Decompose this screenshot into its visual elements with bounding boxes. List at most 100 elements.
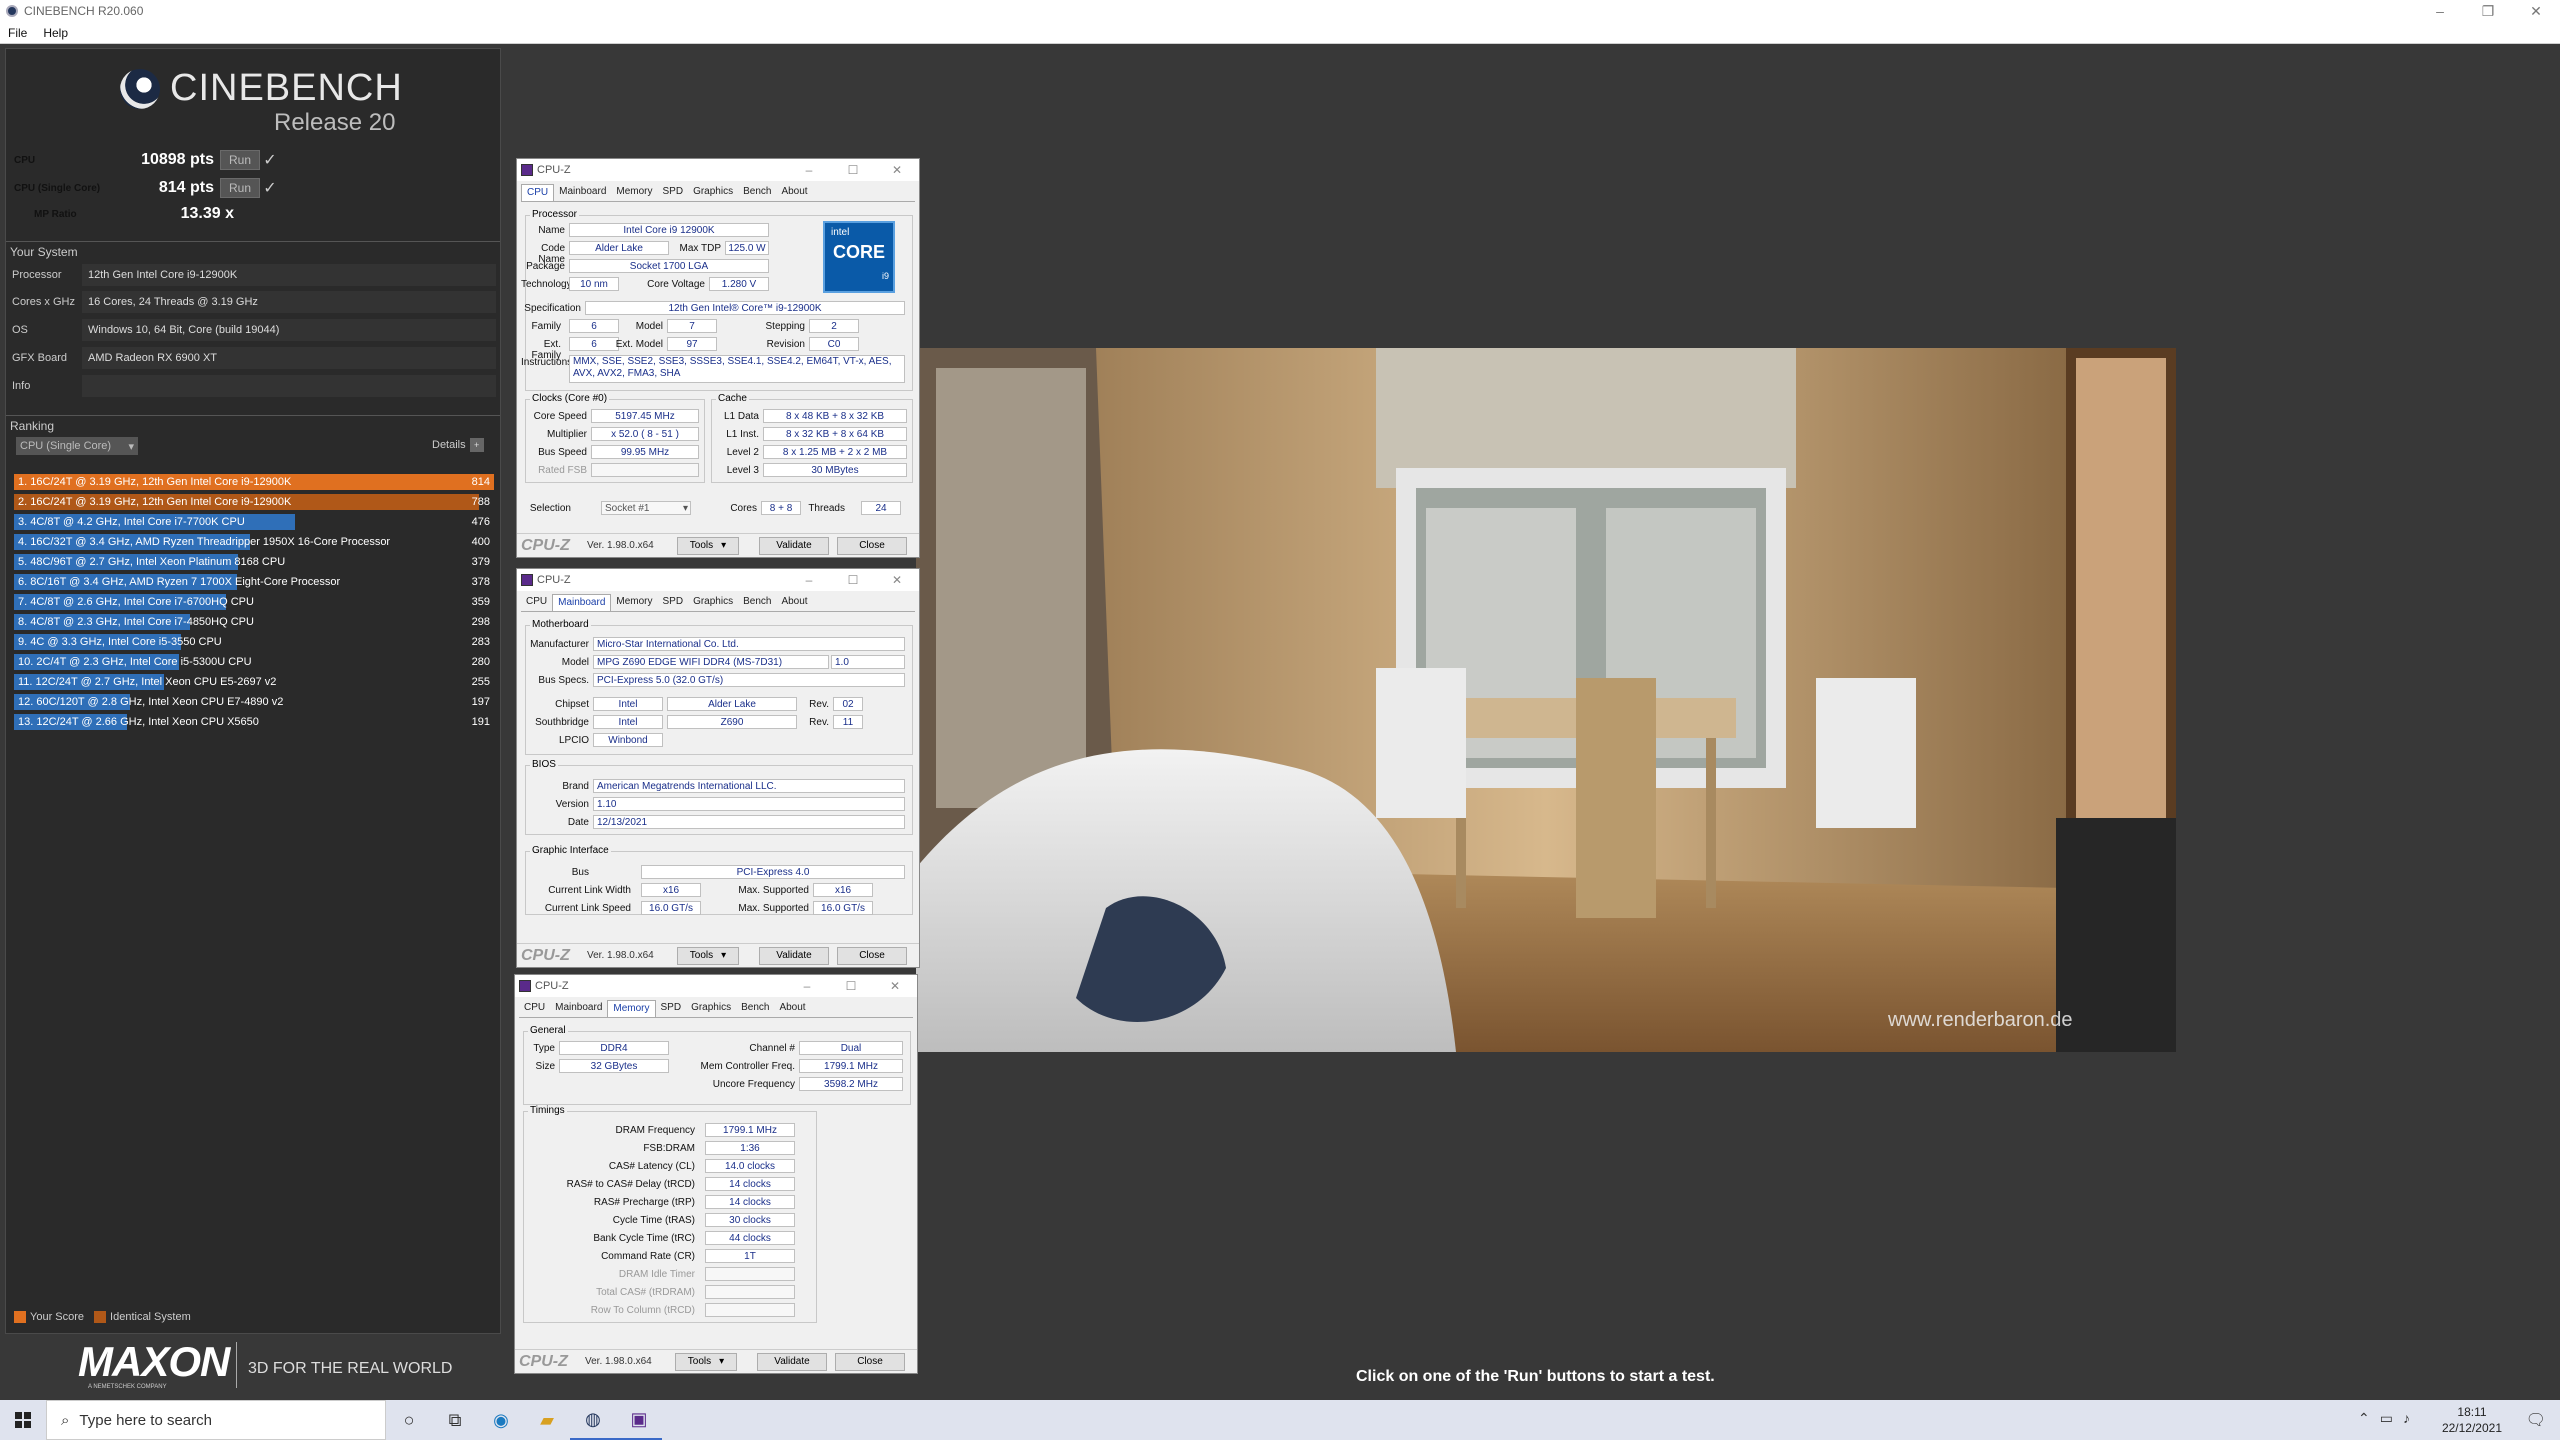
selection-dropdown[interactable]: Socket #1 ▾	[601, 501, 691, 515]
cpuz-title: CPU-Z	[537, 574, 571, 586]
minimize-button[interactable]: –	[787, 573, 831, 587]
close-button[interactable]: ✕	[875, 163, 919, 177]
chevron-up-icon[interactable]: ⌃	[2358, 1410, 2370, 1427]
ranking-row[interactable]: 10. 2C/4T @ 2.3 GHz, Intel Core i5-5300U…	[14, 653, 494, 671]
minimize-button[interactable]: –	[2416, 0, 2464, 22]
info-field[interactable]	[82, 375, 496, 397]
ranking-row[interactable]: 7. 4C/8T @ 2.6 GHz, Intel Core i7-6700HQ…	[14, 593, 494, 611]
tools-button[interactable]: Tools ▾	[677, 946, 739, 965]
tab-bench[interactable]: Bench	[738, 184, 776, 201]
tab-about[interactable]: About	[776, 184, 812, 201]
tab-spd[interactable]: SPD	[658, 594, 689, 611]
group-title: Processor	[530, 209, 580, 220]
ranking-row[interactable]: 6. 8C/16T @ 3.4 GHz, AMD Ryzen 7 1700X E…	[14, 573, 494, 591]
ranking-row[interactable]: 11. 12C/24T @ 2.7 GHz, Intel Xeon CPU E5…	[14, 673, 494, 691]
tab-graphics[interactable]: Graphics	[688, 594, 738, 611]
network-icon[interactable]: ▭	[2380, 1410, 2393, 1427]
start-button[interactable]	[0, 1400, 46, 1440]
chipset-rev-label: Rev.	[809, 699, 829, 710]
notifications-icon[interactable]: 🗨	[2526, 1410, 2546, 1430]
ranking-select[interactable]: CPU (Single Core) ▾	[16, 437, 138, 455]
ranking-row[interactable]: 5. 48C/96T @ 2.7 GHz, Intel Xeon Platinu…	[14, 553, 494, 571]
taskbar-clock[interactable]: 18:11 22/12/2021	[2442, 1404, 2502, 1436]
close-button[interactable]: ✕	[873, 979, 917, 993]
tab-spd[interactable]: SPD	[656, 1000, 687, 1017]
cortana-icon[interactable]: ○	[386, 1400, 432, 1440]
tab-graphics[interactable]: Graphics	[688, 184, 738, 201]
ranking-row[interactable]: 13. 12C/24T @ 2.66 GHz, Intel Xeon CPU X…	[14, 713, 494, 731]
timing-label: Command Rate (CR)	[601, 1251, 695, 1262]
single-core-run-button[interactable]: Run	[220, 178, 260, 198]
maximize-button[interactable]: ☐	[829, 979, 873, 993]
cpuz-title: CPU-Z	[537, 164, 571, 176]
cpuz-bottom-bar: CPU-Z Ver. 1.98.0.x64 Tools ▾ Validate Cl…	[517, 533, 919, 557]
close-cpuz-button[interactable]: Close	[835, 1352, 905, 1371]
close-cpuz-button[interactable]: Close	[837, 536, 907, 555]
ranking-row[interactable]: 8. 4C/8T @ 2.3 GHz, Intel Core i7-4850HQ…	[14, 613, 494, 631]
validate-button[interactable]: Validate	[759, 946, 829, 965]
tab-graphics[interactable]: Graphics	[686, 1000, 736, 1017]
tools-button[interactable]: Tools ▾	[675, 1352, 737, 1371]
tab-bench[interactable]: Bench	[738, 594, 776, 611]
file-explorer-icon[interactable]: ▰	[524, 1400, 570, 1440]
clock-time: 18:11	[2457, 1405, 2487, 1419]
tab-about[interactable]: About	[776, 594, 812, 611]
tab-memory[interactable]: Memory	[611, 184, 657, 201]
cpuz-title: CPU-Z	[535, 980, 569, 992]
edge-browser-icon[interactable]: ◉	[478, 1400, 524, 1440]
tab-mainboard[interactable]: Mainboard	[554, 184, 611, 201]
close-button[interactable]: ✕	[875, 573, 919, 587]
menu-help[interactable]: Help	[35, 26, 76, 40]
validate-button[interactable]: Validate	[759, 536, 829, 555]
package-label: Package	[526, 261, 565, 272]
ranking-row[interactable]: 4. 16C/32T @ 3.4 GHz, AMD Ryzen Threadri…	[14, 533, 494, 551]
tab-cpu[interactable]: CPU	[521, 184, 555, 201]
maximize-button[interactable]: ☐	[831, 573, 875, 587]
ranking-text: 11. 12C/24T @ 2.7 GHz, Intel Xeon CPU E5…	[18, 676, 277, 688]
close-button[interactable]: ✕	[2512, 0, 2560, 22]
tab-mainboard[interactable]: Mainboard	[552, 594, 612, 611]
close-cpuz-button[interactable]: Close	[837, 946, 907, 965]
tab-mainboard[interactable]: Mainboard	[550, 1000, 607, 1017]
selection-label: Selection	[529, 503, 571, 514]
timing-value: 1:36	[705, 1141, 795, 1155]
menu-file[interactable]: File	[0, 26, 35, 40]
ranking-row[interactable]: 9. 4C @ 3.3 GHz, Intel Core i5-3550 CPU 2…	[14, 633, 494, 651]
ranking-row[interactable]: 1. 16C/24T @ 3.19 GHz, 12th Gen Intel Co…	[14, 473, 494, 491]
restore-button[interactable]: ❐	[2464, 0, 2512, 22]
validate-button[interactable]: Validate	[757, 1352, 827, 1371]
cinebench-taskbar-icon[interactable]: ◍	[570, 1400, 616, 1440]
instructions-label: Instructions	[521, 357, 573, 368]
maximize-button[interactable]: ☐	[831, 163, 875, 177]
group-title: General	[528, 1025, 568, 1036]
ranking-text: 1. 16C/24T @ 3.19 GHz, 12th Gen Intel Co…	[18, 476, 292, 488]
ranking-score: 814	[471, 476, 490, 488]
tab-memory[interactable]: Memory	[607, 1000, 656, 1017]
tools-button[interactable]: Tools ▾	[677, 536, 739, 555]
tab-cpu[interactable]: CPU	[521, 594, 552, 611]
tab-about[interactable]: About	[774, 1000, 810, 1017]
bios-date-label: Date	[567, 817, 589, 828]
ranking-score: 379	[471, 556, 490, 568]
ranking-row[interactable]: 2. 16C/24T @ 3.19 GHz, 12th Gen Intel Co…	[14, 493, 494, 511]
ranking-text: 6. 8C/16T @ 3.4 GHz, AMD Ryzen 7 1700X E…	[18, 576, 341, 588]
max-supported-value: x16	[813, 883, 873, 897]
tab-memory[interactable]: Memory	[611, 594, 657, 611]
badge-brand: intel	[831, 227, 850, 238]
tab-spd[interactable]: SPD	[658, 184, 689, 201]
cpu-run-button[interactable]: Run	[220, 150, 260, 170]
volume-icon[interactable]: ♪	[2403, 1410, 2410, 1427]
cinebench-logo: CINEBENCH Release 20	[116, 63, 406, 136]
ranking-row[interactable]: 12. 60C/120T @ 2.8 GHz, Intel Xeon CPU E…	[14, 693, 494, 711]
ranking-row[interactable]: 3. 4C/8T @ 4.2 GHz, Intel Core i7-7700K …	[14, 513, 494, 531]
cpuz-taskbar-icon[interactable]: ▣	[616, 1400, 662, 1440]
tab-cpu[interactable]: CPU	[519, 1000, 550, 1017]
task-view-icon[interactable]: ⧉	[432, 1400, 478, 1440]
identical-system-label: Identical System	[110, 1311, 191, 1323]
chipset-model: Alder Lake	[667, 697, 797, 711]
taskbar-search-box[interactable]: ⌕ Type here to search	[46, 1400, 386, 1440]
tab-bench[interactable]: Bench	[736, 1000, 774, 1017]
minimize-button[interactable]: –	[787, 163, 831, 177]
minimize-button[interactable]: –	[785, 979, 829, 993]
details-toggle[interactable]: Details +	[432, 438, 484, 452]
